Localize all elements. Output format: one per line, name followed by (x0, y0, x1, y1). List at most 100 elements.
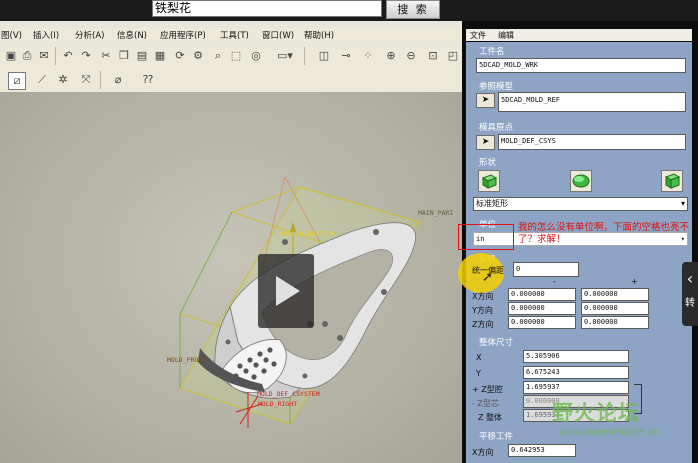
box-shape-icon (481, 174, 498, 189)
search-button[interactable]: 搜 索 (386, 0, 440, 19)
mold-right-label: MOLD_RIGHT (258, 400, 298, 408)
offset-y-minus-field[interactable]: 0.000000 (508, 302, 576, 315)
filter-dropdown-icon[interactable]: ▭▾ (272, 48, 298, 64)
offset-plus-header: + (631, 277, 638, 286)
mouse-cursor-icon: ➚ (482, 270, 493, 285)
context-help-icon[interactable]: ⁇ (140, 72, 156, 88)
sketch-icon[interactable]: ⧄ (8, 72, 26, 90)
menu-insert[interactable]: 插入(I) (33, 29, 59, 41)
shape-cylinder-button[interactable] (570, 170, 592, 192)
mold-origin-field[interactable]: MOLD_DEF_CSYS (498, 134, 686, 150)
shape-select-value: 标准矩形 (476, 199, 508, 208)
offset-minus-header: - (553, 277, 556, 286)
datum-display-icon[interactable]: ◫ (316, 48, 332, 64)
side-tab-label: 转 (685, 298, 695, 309)
forum-watermark-url: www.proewildfire.cn (558, 427, 660, 438)
menu-tools[interactable]: 工具(T) (220, 29, 249, 41)
menu-bar: 图(V) 插入(I) 分析(A) 信息(N) 应用程序(P) 工具(T) 窗口(… (0, 28, 462, 42)
regenerate-icon[interactable]: ⟳ (172, 48, 188, 64)
ref-model-label: 参照模型 (479, 82, 514, 92)
mold-def-csys-label: MOLD_DEF_CSYSTEM (257, 390, 320, 398)
menu-info[interactable]: 信息(N) (117, 29, 147, 41)
offset-x-minus-field[interactable]: 0.000000 (508, 288, 576, 301)
refit-icon[interactable]: ⊡ (425, 48, 441, 64)
search-tool-icon[interactable]: ⌕ (210, 48, 226, 64)
offset-z-plus-field[interactable]: 0.000000 (581, 316, 649, 329)
zoom-out-icon[interactable]: ⊖ (403, 48, 419, 64)
overall-size-label: 整体尺寸 (479, 338, 514, 348)
shape-select[interactable]: 标准矩形 ▾ (473, 197, 688, 211)
select-box-icon[interactable]: ⬚ (228, 48, 244, 64)
csys-display-icon[interactable]: ⤧ (78, 72, 94, 88)
offset-x-plus-field[interactable]: 0.000000 (581, 288, 649, 301)
cursor-arrow-icon: ➤ (481, 95, 490, 105)
dialog-menu-file[interactable]: 文件 (470, 30, 486, 41)
print-icon[interactable]: ⎙ (19, 48, 35, 64)
undo-icon[interactable]: ↶ (60, 48, 76, 64)
translate-x-field[interactable]: 0.642953 (508, 444, 576, 457)
dialog-menu-edit[interactable]: 编辑 (498, 30, 514, 41)
dialog-menu-bar: 文件 编辑 (466, 29, 692, 41)
ref-model-field[interactable]: 5DCAD_MOLD_REF (498, 92, 686, 112)
cursor-arrow-icon: ➤ (481, 137, 490, 147)
pull-direction-label: PULL DIRECTION (280, 230, 335, 238)
paste-special-icon[interactable]: ▦ (152, 48, 168, 64)
size-x-label: X (476, 353, 482, 362)
main-parting-label: MAIN_PARI (418, 209, 454, 217)
part-name-field[interactable]: 5DCAD_MOLD_WRK (476, 58, 686, 73)
datum-axis-icon[interactable]: ⊸ (338, 48, 354, 64)
send-mail-icon[interactable]: ✉ (36, 48, 52, 64)
search-input[interactable]: 铁梨花 (152, 0, 382, 17)
share-side-tab[interactable]: ‹ 转 (682, 262, 698, 326)
forum-watermark: 野火论坛 (552, 401, 640, 425)
mold-origin-select-button[interactable]: ➤ (476, 135, 495, 150)
size-y-label: Y (476, 369, 481, 378)
datum-point-icon[interactable]: ⁘ (360, 48, 376, 64)
hide-icon[interactable]: ⌀ (110, 72, 126, 88)
points-display-icon[interactable]: ✲ (55, 72, 71, 88)
chevron-left-icon: ‹ (686, 269, 694, 288)
size-z-total-label: Z 整体 (478, 413, 503, 422)
regenerate-manager-icon[interactable]: ⚙ (190, 48, 206, 64)
mold-origin-label: 模具原点 (479, 123, 514, 133)
menu-applications[interactable]: 应用程序(P) (160, 29, 206, 41)
binoculars-icon[interactable]: ◎ (248, 48, 264, 64)
part-name-label: 工件名 (479, 47, 505, 57)
shape-custom-button[interactable] (661, 170, 683, 192)
size-x-field[interactable]: 5.305906 (523, 350, 629, 363)
menu-help[interactable]: 帮助(H) (304, 29, 334, 41)
shape-label: 形状 (479, 158, 497, 168)
uniform-offset-field[interactable]: 0 (513, 262, 579, 277)
size-y-field[interactable]: 6.675243 (523, 366, 629, 379)
model-viewport[interactable]: MAIN_PARI PULL DIRECTION MOLD_FRONT MOLD… (0, 92, 462, 463)
offset-x-label: X方向 (472, 292, 494, 301)
cylinder-shape-icon (572, 174, 590, 188)
menu-window[interactable]: 窗口(W) (262, 29, 294, 41)
zoom-in-icon[interactable]: ⊕ (383, 48, 399, 64)
redo-icon[interactable]: ↷ (78, 48, 94, 64)
play-button[interactable] (258, 254, 314, 328)
offset-y-plus-field[interactable]: 0.000000 (581, 302, 649, 315)
edge-display-icon[interactable]: ⟋ (34, 72, 50, 88)
offset-z-minus-field[interactable]: 0.000000 (508, 316, 576, 329)
user-question-annotation: 我的怎么没有单位啊，下面的空格也亮不了？求解！ (518, 222, 690, 245)
mold-model-graphic (179, 176, 422, 428)
toolbar-main: ▣ ⎙ ✉ ↶ ↷ ✂ ❐ ▤ ▦ ⟳ ⚙ ⌕ ⬚ ◎ ▭▾ ◫ ⊸ ⁘ ⊕ ⊖… (0, 44, 462, 68)
toolbar-display: ⧄ ⟋ ✲ ⤧ ⌀ ⁇ (0, 68, 462, 93)
size-z-core-label: - Z型芯 (472, 399, 499, 408)
ref-model-select-button[interactable]: ➤ (476, 93, 495, 108)
save-icon[interactable]: ▣ (3, 48, 19, 64)
menu-view[interactable]: 图(V) (1, 29, 22, 41)
orient-icon[interactable]: ◰ (445, 48, 461, 64)
menu-analysis[interactable]: 分析(A) (75, 29, 104, 41)
paste-icon[interactable]: ▤ (134, 48, 150, 64)
cut-icon[interactable]: ✂ (98, 48, 114, 64)
size-z-cavity-field[interactable]: 1.695937 (523, 381, 629, 394)
play-icon (276, 276, 300, 306)
units-annotation-box (458, 224, 514, 250)
shape-box-button[interactable] (478, 170, 500, 192)
translate-label: 平移工件 (479, 432, 514, 442)
custom-shape-icon (664, 173, 681, 189)
copy-icon[interactable]: ❐ (116, 48, 132, 64)
chevron-down-icon: ▾ (680, 199, 685, 208)
